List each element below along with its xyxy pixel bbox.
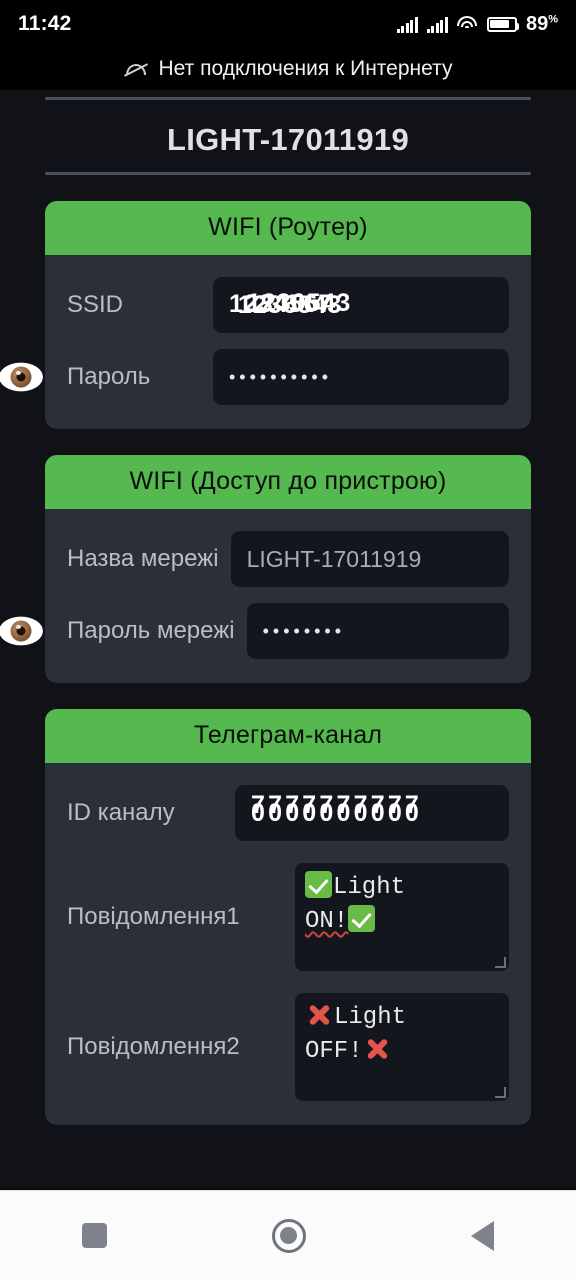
row-password: Пароль •••••••••• xyxy=(0,349,509,405)
resize-handle[interactable] xyxy=(495,957,506,968)
message1-label: Повідомлення1 xyxy=(67,903,240,930)
card-telegram-body: ID каналу 7777777777 0000000000 Повідомл… xyxy=(45,763,531,1125)
row-network-password: Пароль мережі •••••••• xyxy=(0,603,509,659)
message1-textarea[interactable]: Light ON! xyxy=(295,863,509,971)
divider-under-title xyxy=(45,172,531,175)
password-input[interactable]: •••••••••• xyxy=(213,349,509,405)
android-nav-bar xyxy=(0,1190,576,1280)
card-wifi-device: WIFI (Доступ до пристрою) Назва мережі L… xyxy=(0,455,531,683)
square-icon[interactable] xyxy=(82,1223,108,1248)
ssid-obscured-value: 1234567 1236543 1230543 xyxy=(229,289,352,319)
message2-label: Повідомлення2 xyxy=(67,1033,240,1060)
status-bar-icons: 89% xyxy=(396,12,558,36)
network-name-input[interactable]: LIGHT-17011919 xyxy=(230,531,509,587)
ssid-label: SSID xyxy=(67,291,124,318)
network-password-masked-value: •••••••• xyxy=(262,620,346,641)
status-bar-clock: 11:42 xyxy=(18,12,72,35)
row-channel-id: ID каналу 7777777777 0000000000 xyxy=(67,785,509,841)
row-message-2: Повідомлення2 Light OFF! xyxy=(67,993,509,1101)
row-network-name: Назва мережі LIGHT-17011919 xyxy=(67,531,509,587)
message1-text-b: ON! xyxy=(305,908,349,936)
card-wifi-router-body: SSID 1234567 1236543 1230543 Пароль ••••… xyxy=(0,255,531,429)
cross-mark-emoji xyxy=(305,1001,333,1029)
app-content: LIGHT-17011919 WIFI (Роутер) SSID 123456… xyxy=(0,90,576,1190)
password-label: Пароль xyxy=(67,363,151,390)
network-password-label: Пароль мережі xyxy=(67,617,235,644)
network-name-label: Назва мережі xyxy=(67,545,219,572)
triangle-left-icon[interactable] xyxy=(470,1220,494,1251)
message2-textarea[interactable]: Light OFF! xyxy=(295,993,509,1101)
card-telegram: Телеграм-канал ID каналу 7777777777 0000… xyxy=(45,709,531,1125)
wifi-off-icon xyxy=(123,60,148,78)
wifi-icon xyxy=(457,16,478,32)
signal-bars-icon-2 xyxy=(426,16,448,33)
signal-bars-icon xyxy=(396,16,418,33)
network-name-value: LIGHT-17011919 xyxy=(246,545,422,572)
channel-id-obscured-value: 7777777777 0000000000 xyxy=(251,791,423,827)
battery-percent: 89% xyxy=(525,12,558,35)
network-password-input[interactable]: •••••••• xyxy=(246,603,509,659)
card-wifi-device-body: Назва мережі LIGHT-17011919 Пароль мереж… xyxy=(0,509,531,683)
channel-id-label: ID каналу xyxy=(67,799,175,826)
card-telegram-header: Телеграм-канал xyxy=(45,709,531,763)
white-check-mark-emoji-2 xyxy=(348,905,376,933)
card-wifi-router-header: WIFI (Роутер) xyxy=(45,201,531,255)
eye-icon-2[interactable] xyxy=(0,616,43,646)
cross-mark-emoji-2 xyxy=(363,1035,391,1063)
message1-text-a: Light xyxy=(333,874,406,901)
eye-icon[interactable] xyxy=(0,362,43,392)
row-message-1: Повідомлення1 Light ON! xyxy=(67,863,509,971)
battery-icon xyxy=(486,16,520,32)
white-check-mark-emoji xyxy=(305,871,332,898)
status-bar: 11:42 89% xyxy=(0,0,576,48)
resize-handle-2[interactable] xyxy=(495,1087,506,1098)
password-masked-value: •••••••••• xyxy=(229,366,333,387)
message2-text-b: OFF! xyxy=(305,1038,363,1066)
no-internet-banner: Нет подключения к Интернету xyxy=(0,48,576,90)
channel-id-input[interactable]: 7777777777 0000000000 xyxy=(235,785,509,841)
ssid-input[interactable]: 1234567 1236543 1230543 xyxy=(213,277,509,333)
page-title: LIGHT-17011919 xyxy=(166,122,409,157)
no-internet-text: Нет подключения к Интернету xyxy=(158,57,453,80)
message2-text-a: Light xyxy=(334,1004,407,1031)
circle-icon[interactable] xyxy=(271,1218,306,1253)
card-wifi-router: WIFI (Роутер) SSID 1234567 1236543 12305… xyxy=(0,201,531,429)
row-ssid: SSID 1234567 1236543 1230543 xyxy=(67,277,509,333)
card-wifi-device-header: WIFI (Доступ до пристрою) xyxy=(45,455,531,509)
phone-screen: 11:42 89% Нет подключения к Интернету LI… xyxy=(0,0,576,1280)
